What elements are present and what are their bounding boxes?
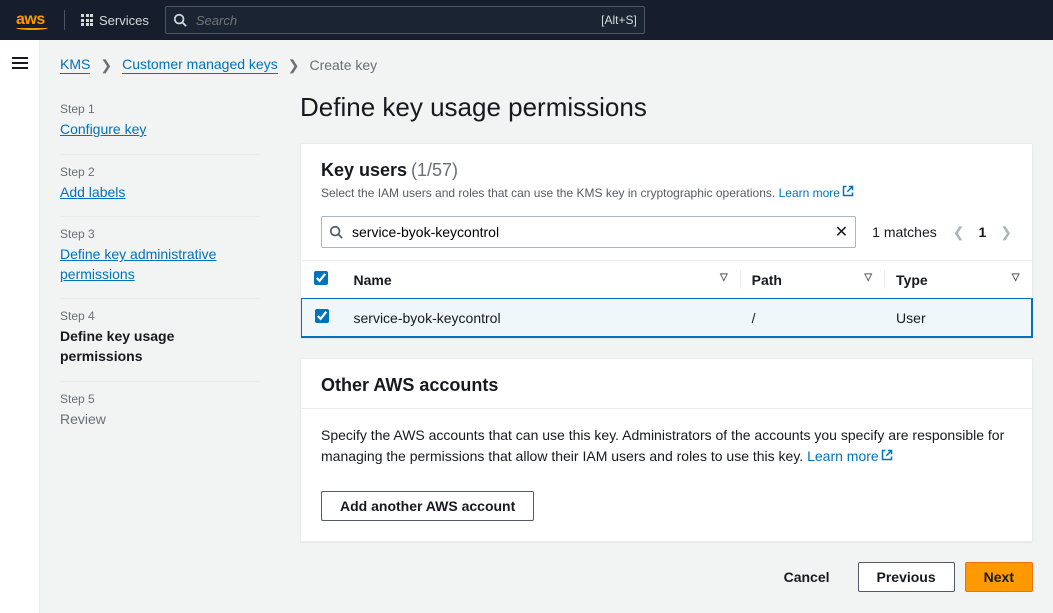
col-type[interactable]: Type▽: [884, 261, 1031, 299]
previous-button[interactable]: Previous: [858, 562, 955, 592]
search-icon: [173, 13, 187, 27]
aws-logo[interactable]: aws: [16, 11, 48, 30]
other-accounts-desc: Specify the AWS accounts that can use th…: [321, 427, 1004, 464]
top-nav: aws Services [Alt+S]: [0, 0, 1053, 40]
col-name[interactable]: Name▽: [342, 261, 740, 299]
external-link-icon: [842, 185, 854, 200]
key-users-desc-text: Select the IAM users and roles that can …: [321, 186, 775, 200]
step-title: Review: [60, 410, 260, 430]
step-label: Step 1: [60, 102, 260, 116]
next-button[interactable]: Next: [965, 562, 1033, 592]
step-add-labels[interactable]: Step 2 Add labels: [60, 155, 260, 218]
pager: ❮ 1 ❯: [953, 224, 1012, 241]
grid-icon: [81, 14, 93, 26]
step-label: Step 3: [60, 227, 260, 241]
key-users-title: Key users: [321, 160, 407, 181]
search-input[interactable]: [165, 6, 645, 34]
page-number: 1: [978, 224, 986, 240]
left-gutter: [0, 40, 40, 613]
other-accounts-title: Other AWS accounts: [321, 375, 498, 396]
step-review: Step 5 Review: [60, 382, 260, 444]
step-title: Configure key: [60, 120, 260, 140]
step-define-admin-permissions[interactable]: Step 3 Define key administrative permiss…: [60, 217, 260, 299]
key-users-table: Name▽ Path▽ Type▽ service-byok-keycontro…: [301, 260, 1032, 337]
wizard-steps: Step 1 Configure key Step 2 Add labels S…: [60, 92, 260, 592]
search-wrap: [Alt+S]: [165, 6, 645, 34]
matches-count: 1 matches: [872, 224, 937, 240]
next-page-icon[interactable]: ❯: [1000, 224, 1012, 241]
cell-type: User: [884, 299, 1031, 337]
prev-page-icon[interactable]: ❮: [953, 224, 965, 241]
step-title: Add labels: [60, 183, 260, 203]
key-users-desc: Select the IAM users and roles that can …: [321, 185, 1012, 200]
hamburger-icon[interactable]: [12, 54, 28, 613]
step-configure-key[interactable]: Step 1 Configure key: [60, 92, 260, 155]
breadcrumb-current: Create key: [309, 57, 377, 73]
step-label: Step 5: [60, 392, 260, 406]
breadcrumb: KMS ❯ Customer managed keys ❯ Create key: [60, 56, 1033, 74]
sort-icon[interactable]: ▽: [864, 272, 872, 283]
learn-more-link[interactable]: Learn more: [779, 186, 854, 200]
breadcrumb-customer-managed-keys[interactable]: Customer managed keys: [122, 56, 278, 74]
sort-icon[interactable]: ▽: [720, 272, 728, 283]
search-shortcut: [Alt+S]: [601, 13, 637, 27]
divider: [64, 10, 65, 30]
key-users-panel: Key users (1/57) Select the IAM users an…: [300, 143, 1033, 338]
key-users-count: (1/57): [411, 160, 458, 180]
add-another-account-button[interactable]: Add another AWS account: [321, 491, 534, 521]
cell-name: service-byok-keycontrol: [342, 299, 740, 337]
step-title: Define key administrative permissions: [60, 245, 260, 284]
table-row[interactable]: service-byok-keycontrol / User: [302, 299, 1032, 337]
breadcrumb-kms[interactable]: KMS: [60, 56, 90, 74]
external-link-icon: [881, 446, 893, 467]
learn-more-link[interactable]: Learn more: [807, 448, 893, 464]
search-icon: [329, 225, 343, 239]
clear-filter-icon[interactable]: ✕: [835, 222, 848, 242]
page-title: Define key usage permissions: [300, 92, 1033, 123]
services-label: Services: [99, 13, 149, 28]
step-define-usage-permissions: Step 4 Define key usage permissions: [60, 299, 260, 381]
chevron-right-icon: ❯: [100, 57, 112, 74]
footer-actions: Cancel Previous Next: [300, 562, 1033, 592]
services-menu[interactable]: Services: [81, 13, 149, 28]
row-checkbox[interactable]: [315, 309, 329, 323]
cancel-button[interactable]: Cancel: [766, 562, 848, 592]
step-label: Step 4: [60, 309, 260, 323]
step-title: Define key usage permissions: [60, 327, 260, 366]
step-label: Step 2: [60, 165, 260, 179]
cell-path: /: [740, 299, 884, 337]
chevron-right-icon: ❯: [288, 57, 300, 74]
col-path[interactable]: Path▽: [740, 261, 884, 299]
key-users-filter-input[interactable]: [321, 216, 856, 248]
select-all-checkbox[interactable]: [314, 271, 328, 285]
other-accounts-panel: Other AWS accounts Specify the AWS accou…: [300, 358, 1033, 542]
sort-icon[interactable]: ▽: [1012, 272, 1020, 283]
